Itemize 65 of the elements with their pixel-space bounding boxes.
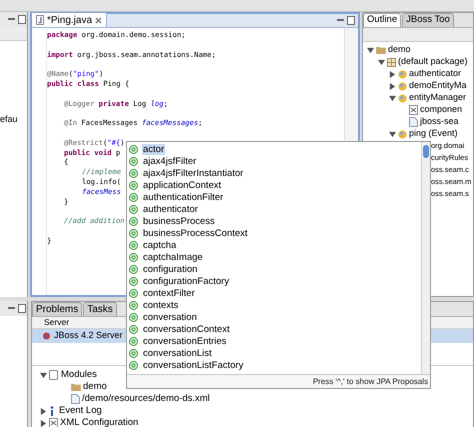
- tree-item[interactable]: jboss-sea: [420, 115, 459, 129]
- completion-item[interactable]: authenticator: [142, 204, 199, 214]
- close-icon[interactable]: [95, 16, 102, 24]
- tree-item[interactable]: demoEntityMa: [409, 79, 467, 93]
- completion-item[interactable]: conversationEntries: [142, 336, 228, 346]
- minimize-maximize-icon[interactable]: [7, 15, 27, 24]
- collapsed-triangle-icon[interactable]: [40, 408, 47, 414]
- tree-item[interactable]: /demo/resources/demo-ds.xml: [82, 392, 210, 406]
- completion-item[interactable]: applicationContext: [142, 180, 222, 190]
- completion-item[interactable]: configuration: [142, 264, 198, 274]
- file-icon: [71, 394, 80, 404]
- tree-item[interactable]: (default package): [398, 55, 468, 69]
- panel-tab[interactable]: Tasks: [83, 302, 117, 316]
- expanded-triangle-icon[interactable]: [367, 46, 374, 54]
- tree-item[interactable]: XML Configuration: [60, 416, 138, 427]
- minimize-maximize-icon[interactable]: [7, 304, 27, 313]
- tree-item[interactable]: Modules: [61, 368, 97, 382]
- tree-item[interactable]: componen: [420, 103, 462, 117]
- component-icon: [398, 70, 407, 78]
- completion-item[interactable]: actor: [142, 144, 166, 154]
- completion-item[interactable]: configurationFactory: [142, 276, 230, 286]
- xml-file-icon: [409, 105, 418, 115]
- completion-item[interactable]: conversationContext: [142, 324, 231, 334]
- server-icon: [42, 331, 51, 341]
- component-icon: [398, 82, 407, 90]
- column-header: Server: [44, 316, 70, 329]
- completion-item[interactable]: captcha: [142, 240, 178, 250]
- completion-item[interactable]: businessProcess: [142, 216, 216, 226]
- completion-item[interactable]: conversationList: [142, 348, 213, 358]
- tree-item[interactable]: demo: [83, 380, 107, 394]
- tree-item[interactable]: authenticator: [409, 67, 462, 81]
- java-file-icon: [36, 15, 44, 25]
- status-hint: Press '^,' to show JPA Proposals: [312, 376, 428, 388]
- tree-item[interactable]: Event Log: [59, 404, 102, 418]
- expanded-triangle-icon[interactable]: [378, 58, 385, 66]
- component-icon: [398, 94, 407, 102]
- collapsed-triangle-icon[interactable]: [40, 420, 47, 426]
- collapsed-triangle-icon[interactable]: [389, 70, 396, 78]
- completion-item[interactable]: contexts: [142, 300, 180, 310]
- completion-item[interactable]: authenticationFilter: [142, 192, 224, 202]
- collapsed-triangle-icon[interactable]: [389, 82, 396, 90]
- tree-item[interactable]: entityManager: [409, 91, 466, 105]
- info-icon: [49, 406, 55, 416]
- minimize-maximize-icon[interactable]: [336, 16, 356, 25]
- completion-item[interactable]: captchaImage: [142, 252, 204, 262]
- expanded-triangle-icon[interactable]: [40, 372, 47, 378]
- panel-tab[interactable]: Outline: [363, 13, 402, 27]
- panel-tab[interactable]: Problems: [32, 302, 82, 316]
- editor-tab[interactable]: *Ping.java: [32, 13, 108, 27]
- completion-item[interactable]: conversation: [142, 312, 198, 322]
- file-icon: [409, 117, 418, 127]
- completion-item[interactable]: ajax4jsfFilter: [142, 156, 198, 166]
- component-icon: [398, 130, 407, 138]
- tree-item[interactable]: demo: [388, 43, 411, 57]
- tree-item[interactable]: efau: [0, 114, 18, 124]
- expanded-triangle-icon[interactable]: [389, 130, 396, 138]
- completion-item[interactable]: contextFilter: [142, 288, 196, 298]
- tree-item[interactable]: ping (Event): [409, 127, 458, 141]
- completion-item[interactable]: conversationListFactory: [142, 360, 244, 370]
- scrollbar[interactable]: [421, 142, 430, 374]
- expanded-triangle-icon[interactable]: [389, 94, 396, 102]
- completion-item[interactable]: ajax4jsfFilterInstantiator: [142, 168, 244, 178]
- panel-tab[interactable]: JBoss Too: [402, 13, 454, 27]
- completion-item[interactable]: businessProcessContext: [142, 228, 249, 238]
- package-icon: [387, 58, 396, 66]
